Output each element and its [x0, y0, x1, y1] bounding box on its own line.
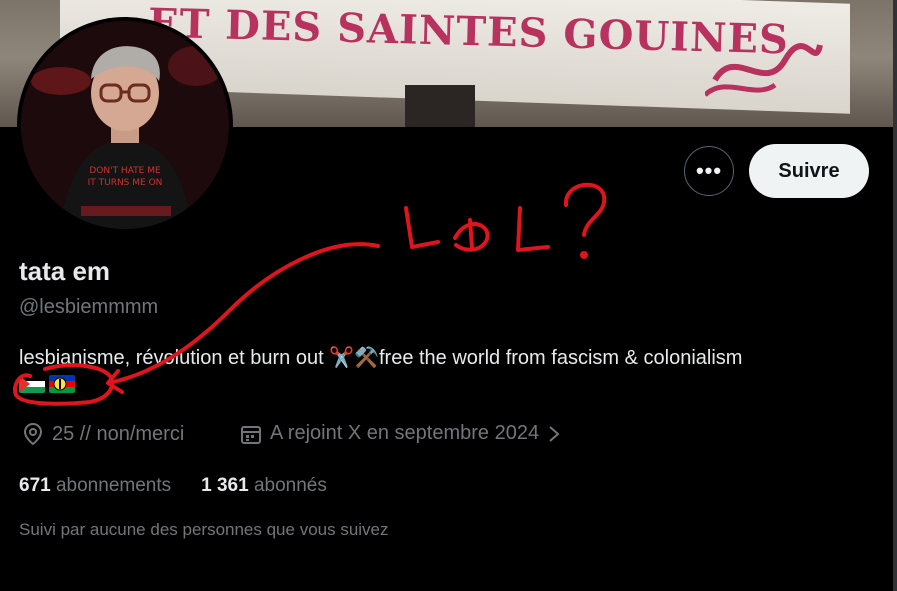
svg-text:DON'T HATE ME: DON'T HATE ME: [89, 166, 161, 176]
follow-stats: 671 abonnements 1 361 abonnés: [19, 475, 327, 497]
following-link[interactable]: 671 abonnements: [19, 475, 171, 497]
join-date-text: A rejoint X en septembre 2024: [270, 422, 540, 444]
join-date[interactable]: A rejoint X en septembre 2024: [240, 422, 561, 445]
bio-flags: [19, 375, 75, 393]
chevron-right-icon: [549, 425, 560, 442]
banner-shadow: [405, 85, 475, 127]
handle: @lesbiemmmm: [19, 296, 159, 318]
more-options-button[interactable]: •••: [684, 146, 734, 196]
following-count: 671: [19, 475, 51, 496]
followed-by-text: Suivi par aucune des personnes que vous …: [19, 520, 389, 539]
following-label: abonnements: [55, 475, 172, 496]
followers-count: 1 361: [201, 475, 249, 496]
avatar-photo: DON'T HATE ME IT TURNS ME ON: [21, 21, 229, 229]
svg-text:IT TURNS ME ON: IT TURNS ME ON: [88, 178, 163, 188]
calendar-icon: [241, 425, 261, 444]
followers-link[interactable]: 1 361 abonnés: [201, 475, 327, 497]
location-text: 25 // non/merci: [52, 422, 185, 445]
kanaky-flag-icon: [49, 375, 75, 393]
follow-button[interactable]: Suivre: [749, 144, 869, 198]
location: 25 // non/merci: [22, 422, 184, 446]
display-name: tata em: [19, 256, 111, 286]
banner-decoration: [705, 43, 823, 97]
avatar[interactable]: DON'T HATE ME IT TURNS ME ON: [17, 17, 233, 233]
more-icon: •••: [695, 158, 723, 183]
bio: lesbianisme, révolution et burn out ✂️⚒️…: [19, 347, 743, 369]
location-pin-icon: [23, 422, 43, 446]
followers-label: abonnés: [253, 475, 327, 496]
palestine-flag-icon: [19, 375, 45, 393]
scrollbar[interactable]: [893, 0, 897, 591]
avatar-image: DON'T HATE ME IT TURNS ME ON: [21, 21, 229, 229]
